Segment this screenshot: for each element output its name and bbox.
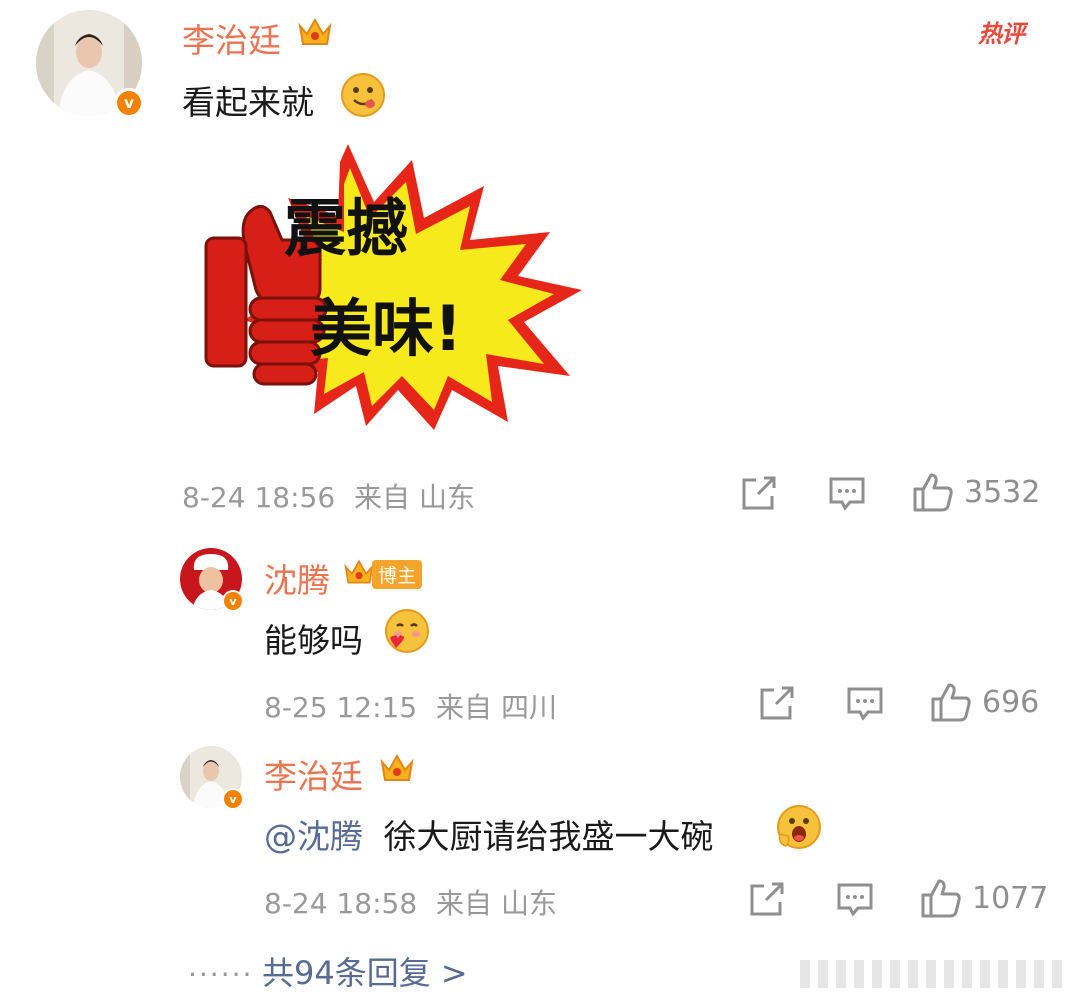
watermark-bar <box>800 960 1070 988</box>
comment-time: 8-25 12:15 来自 四川 <box>264 686 557 726</box>
emoji-icon <box>340 72 386 122</box>
username[interactable]: 李治廷 <box>264 750 363 798</box>
sticker-text-1: 震撼 <box>284 192 408 265</box>
like-button[interactable]: 3532 <box>912 472 1040 512</box>
sticker-text-2: 美味! <box>310 292 462 365</box>
verified-icon: v <box>222 590 244 612</box>
username[interactable]: 李治廷 <box>182 14 281 62</box>
like-count: 1077 <box>972 880 1049 916</box>
avatar[interactable]: v <box>180 548 244 612</box>
avatar[interactable]: v <box>180 746 244 810</box>
username[interactable]: 沈腾 <box>264 554 330 602</box>
comment-text: 能够吗 <box>264 621 363 660</box>
crown-icon <box>378 750 416 790</box>
comment-button[interactable] <box>836 882 874 918</box>
comment-text: 看起来就 <box>182 83 314 122</box>
timestamp: 8-25 12:15 <box>264 691 418 724</box>
comment-time: 8-24 18:56 来自 山东 <box>182 476 475 516</box>
comment-icon <box>837 883 873 917</box>
comment-time: 8-24 18:58 来自 山东 <box>264 882 557 922</box>
like-count: 696 <box>982 684 1040 720</box>
repost-button[interactable] <box>758 686 796 722</box>
comment-button[interactable] <box>846 686 884 722</box>
comment-icon <box>847 687 883 721</box>
emoji-icon <box>384 608 430 658</box>
timestamp: 8-24 18:58 <box>264 887 418 920</box>
hot-comment-label: 热评 <box>978 20 1025 48</box>
like-button[interactable]: 696 <box>930 682 1039 722</box>
repost-icon <box>742 476 776 510</box>
sticker-image[interactable]: 震撼 美味! <box>198 140 588 430</box>
reply-text: 徐大厨请给我盛一大碗 <box>383 817 714 856</box>
repost-icon <box>760 686 794 720</box>
like-icon <box>931 683 971 722</box>
comment-icon <box>829 477 865 511</box>
view-replies-link[interactable]: 共94条回复 > <box>262 948 468 994</box>
like-button[interactable]: 1077 <box>920 878 1048 918</box>
avatar[interactable]: v <box>36 10 144 118</box>
like-icon <box>913 473 953 512</box>
repost-button[interactable] <box>740 476 778 512</box>
comment-text: @沈腾 徐大厨请给我盛一大碗 <box>264 810 714 858</box>
location: 来自 四川 <box>436 691 557 724</box>
like-icon <box>921 879 961 918</box>
repost-button[interactable] <box>748 882 786 918</box>
like-count: 3532 <box>964 474 1041 510</box>
more-dots: ...... <box>188 950 254 983</box>
timestamp: 8-24 18:56 <box>182 481 336 514</box>
emoji-icon <box>776 804 822 854</box>
location: 来自 山东 <box>354 481 475 514</box>
verified-icon: v <box>222 788 244 810</box>
comment-button[interactable] <box>828 476 866 512</box>
location: 来自 山东 <box>436 887 557 920</box>
mention-link[interactable]: @沈腾 <box>264 817 363 856</box>
verified-icon: v <box>114 88 144 118</box>
repost-icon <box>750 882 784 916</box>
crown-icon <box>342 556 376 592</box>
blogger-badge: 博主 <box>372 560 423 589</box>
crown-icon <box>296 14 334 54</box>
